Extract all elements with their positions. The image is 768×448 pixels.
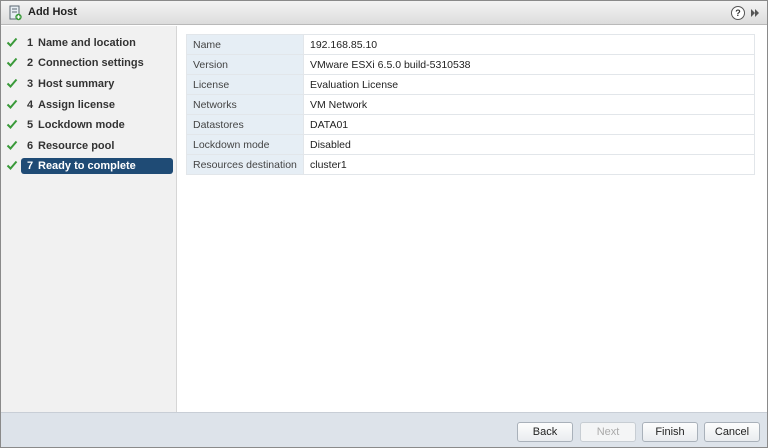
wizard-step-3[interactable]: 3 Host summary: [6, 76, 173, 92]
row-value: VM Network: [303, 94, 755, 115]
checkmark-icon: [6, 98, 18, 110]
table-row: Name 192.168.85.10: [186, 34, 755, 55]
row-value: 192.168.85.10: [303, 34, 755, 55]
step-number: 2: [27, 57, 34, 69]
table-row: License Evaluation License: [186, 74, 755, 95]
wizard-step-1[interactable]: 1 Name and location: [6, 35, 173, 51]
checkmark-icon: [6, 118, 18, 130]
step-number: 1: [27, 37, 34, 49]
row-value: VMware ESXi 6.5.0 build-5310538: [303, 54, 755, 75]
help-icon[interactable]: ?: [731, 6, 745, 20]
row-key: Resources destination: [186, 154, 304, 175]
row-key: License: [186, 74, 304, 95]
step-number: 5: [27, 119, 34, 131]
table-row: Version VMware ESXi 6.5.0 build-5310538: [186, 54, 755, 75]
finish-button[interactable]: Finish: [642, 422, 698, 442]
table-row: Datastores DATA01: [186, 114, 755, 135]
step-number: 4: [27, 99, 34, 111]
back-button[interactable]: Back: [517, 422, 573, 442]
wizard-step-5[interactable]: 5 Lockdown mode: [6, 117, 173, 133]
add-host-dialog: Add Host ? 1 Name and location 2 Connection…: [0, 0, 768, 448]
row-value: Disabled: [303, 134, 755, 155]
step-label: Ready to complete: [38, 160, 136, 172]
expand-icon[interactable]: [749, 7, 761, 19]
title-bar: Add Host ?: [1, 1, 767, 25]
step-label: Connection settings: [38, 57, 144, 69]
step-label: Resource pool: [38, 140, 115, 152]
wizard-step-7[interactable]: 7 Ready to complete: [6, 158, 173, 174]
checkmark-icon: [6, 36, 18, 48]
row-value: DATA01: [303, 114, 755, 135]
step-number: 6: [27, 140, 34, 152]
checkmark-icon: [6, 139, 18, 151]
step-number: 7: [27, 160, 34, 172]
row-key: Lockdown mode: [186, 134, 304, 155]
wizard-step-2[interactable]: 2 Connection settings: [6, 55, 173, 71]
table-row: Resources destination cluster1: [186, 154, 755, 175]
table-row: Networks VM Network: [186, 94, 755, 115]
row-key: Name: [186, 34, 304, 55]
step-label: Lockdown mode: [38, 119, 125, 131]
summary-panel: Name 192.168.85.10 Version VMware ESXi 6.5.…: [178, 26, 767, 412]
step-label: Host summary: [38, 78, 115, 90]
row-value: cluster1: [303, 154, 755, 175]
checkmark-icon: [6, 56, 18, 68]
row-key: Datastores: [186, 114, 304, 135]
row-value: Evaluation License: [303, 74, 755, 95]
row-key: Networks: [186, 94, 304, 115]
wizard-step-6[interactable]: 6 Resource pool: [6, 138, 173, 154]
step-label: Assign license: [38, 99, 116, 111]
checkmark-icon: [6, 77, 18, 89]
step-number: 3: [27, 78, 34, 90]
dialog-title: Add Host: [28, 6, 77, 18]
step-label: Name and location: [38, 37, 136, 49]
row-key: Version: [186, 54, 304, 75]
checkmark-icon: [6, 159, 18, 171]
footer-bar: Back Next Finish Cancel: [1, 412, 767, 447]
add-host-icon: [8, 5, 22, 21]
summary-table: Name 192.168.85.10 Version VMware ESXi 6.5.…: [186, 34, 755, 175]
next-button[interactable]: Next: [580, 422, 636, 442]
wizard-step-4[interactable]: 4 Assign license: [6, 97, 173, 113]
cancel-button[interactable]: Cancel: [704, 422, 760, 442]
table-row: Lockdown mode Disabled: [186, 134, 755, 155]
wizard-steps: 1 Name and location 2 Connection settings 3 H…: [1, 26, 177, 412]
